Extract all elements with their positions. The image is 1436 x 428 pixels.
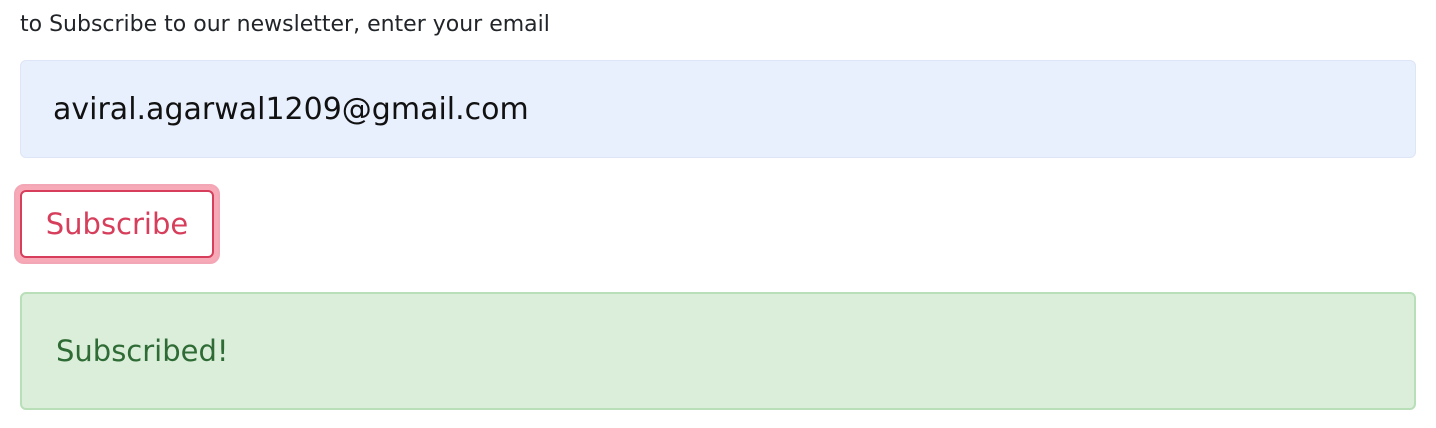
email-input[interactable] — [20, 60, 1416, 158]
newsletter-prompt: to Subscribe to our newsletter, enter yo… — [20, 12, 550, 37]
success-message: Subscribed! — [56, 334, 229, 368]
subscribe-button[interactable]: Subscribe — [20, 190, 214, 258]
success-alert: Subscribed! — [20, 292, 1416, 410]
subscribe-button-focus-ring: Subscribe — [14, 184, 220, 264]
